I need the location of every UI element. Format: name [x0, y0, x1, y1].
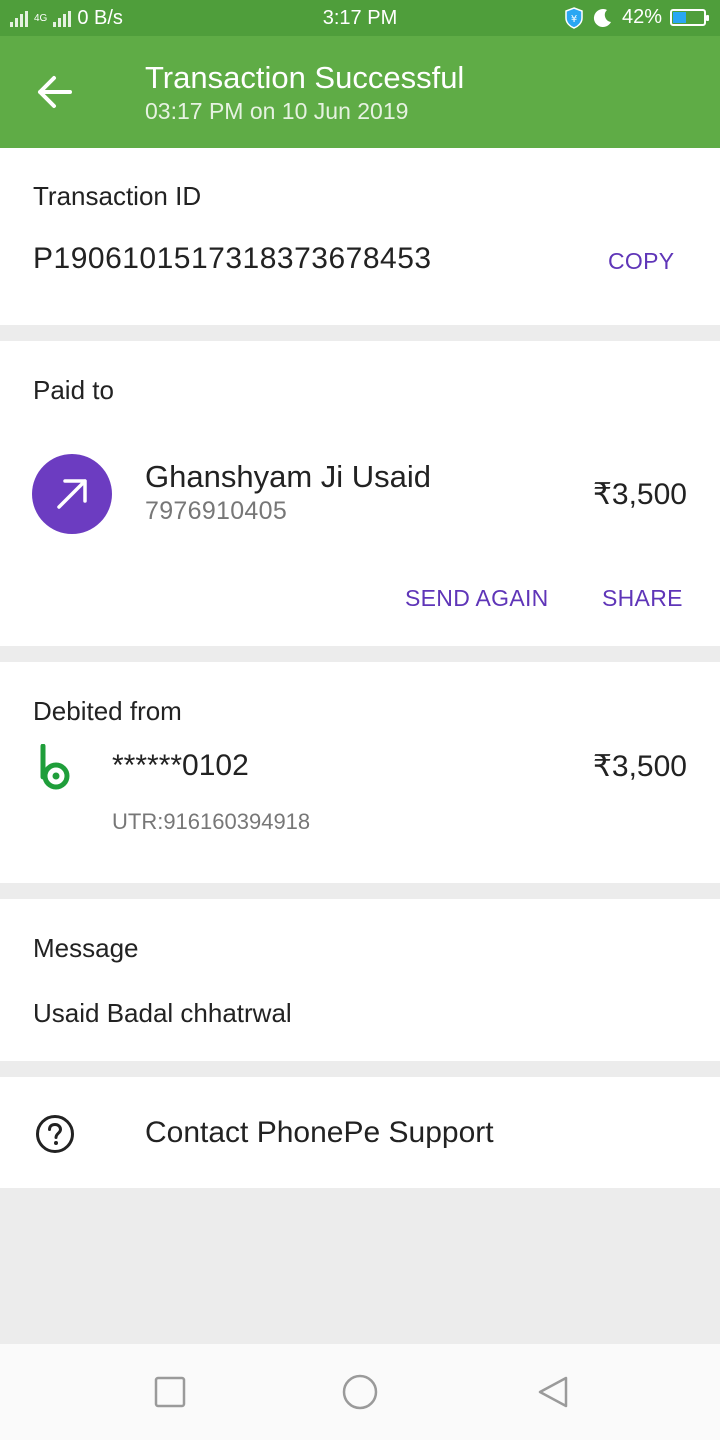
payee-name: Ghanshyam Ji Usaid: [145, 459, 432, 494]
paid-to-card: Paid to Ghanshyam Ji Usaid 7976910405 ₹3…: [0, 341, 720, 646]
page-title: Transaction Successful: [145, 60, 465, 95]
debited-from-card: Debited from ******0102 ₹3,500 UTR:91616…: [0, 662, 720, 883]
utr-number: UTR:916160394918: [112, 809, 311, 834]
transaction-card: Transaction ID P1906101517318373678453 C…: [0, 148, 720, 325]
status-right: ¥ 42%: [564, 6, 709, 29]
app-bar: Transaction Successful 03:17 PM on 10 Ju…: [0, 36, 720, 148]
arrow-up-right-icon: [57, 479, 87, 509]
battery-percent: 42%: [621, 6, 662, 28]
home-icon[interactable]: [342, 1374, 378, 1410]
debited-amount: ₹3,500: [592, 750, 687, 783]
transaction-id-label: Transaction ID: [33, 181, 202, 211]
paid-to-label: Paid to: [33, 375, 114, 405]
help-circle-icon: [36, 1115, 74, 1153]
contact-support-label: Contact PhonePe Support: [145, 1116, 494, 1149]
paid-amount: ₹3,500: [592, 478, 687, 511]
debited-from-label: Debited from: [33, 696, 182, 726]
send-again-button[interactable]: SEND AGAIN: [405, 585, 549, 612]
system-nav-bar: [0, 1344, 720, 1440]
battery-fill: [673, 12, 687, 23]
page-subtitle: 03:17 PM on 10 Jun 2019: [145, 98, 409, 124]
transaction-id-value: P1906101517318373678453: [33, 242, 432, 275]
message-card: Message Usaid Badal chhatrwal: [0, 899, 720, 1061]
svg-text:¥: ¥: [571, 14, 577, 25]
account-number: ******0102: [112, 749, 249, 782]
status-bar: 4G 0 B/s 3:17 PM ¥ 42%: [0, 0, 720, 36]
battery-icon: [670, 9, 709, 26]
moon-icon: [593, 8, 611, 27]
payee-avatar: [32, 454, 112, 534]
copy-button[interactable]: COPY: [608, 248, 674, 275]
contact-support-row[interactable]: Contact PhonePe Support: [0, 1077, 720, 1188]
message-label: Message: [33, 933, 139, 963]
message-text: Usaid Badal chhatrwal: [33, 998, 292, 1028]
back-arrow-icon[interactable]: [30, 70, 82, 114]
share-button[interactable]: SHARE: [602, 585, 683, 612]
shield-icon: ¥: [565, 6, 583, 29]
recent-apps-icon[interactable]: [152, 1374, 188, 1410]
payee-phone: 7976910405: [145, 497, 288, 525]
back-nav-icon[interactable]: [536, 1374, 572, 1410]
bank-logo-icon: [40, 744, 70, 790]
